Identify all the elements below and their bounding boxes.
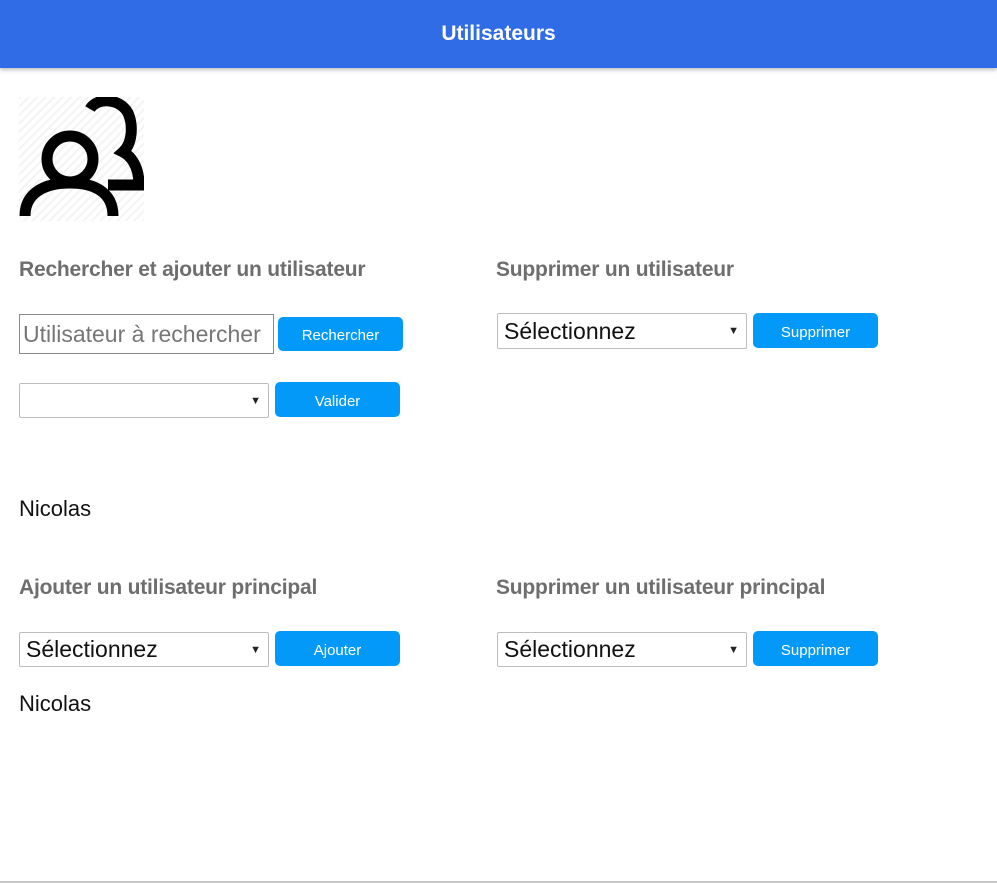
- principal-user-name: Nicolas: [19, 691, 92, 716]
- delete-user-button[interactable]: Supprimer: [753, 313, 878, 348]
- delete-user-select[interactable]: Sélectionnez ▼: [497, 313, 747, 349]
- chevron-down-icon: ▼: [728, 643, 739, 656]
- page-title: Utilisateurs: [441, 22, 556, 45]
- delete-principal-title: Supprimer un utilisateur principal: [496, 576, 826, 599]
- delete-principal-button[interactable]: Supprimer: [753, 631, 878, 666]
- search-button[interactable]: Rechercher: [278, 317, 403, 351]
- add-principal-select-value: Sélectionnez: [26, 636, 158, 662]
- users-group-icon: [19, 95, 145, 221]
- validate-button[interactable]: Valider: [275, 382, 400, 417]
- chevron-down-icon: ▼: [728, 325, 739, 337]
- chevron-down-icon: ▼: [250, 394, 261, 407]
- delete-user-select-value: Sélectionnez: [504, 317, 636, 344]
- add-principal-select[interactable]: Sélectionnez ▼: [19, 632, 269, 667]
- chevron-down-icon: ▼: [250, 643, 261, 656]
- search-add-title: Rechercher et ajouter un utilisateur: [19, 258, 366, 281]
- search-input[interactable]: [19, 314, 274, 354]
- delete-principal-select-value: Sélectionnez: [504, 636, 636, 662]
- add-principal-title: Ajouter un utilisateur principal: [19, 576, 318, 599]
- search-result-select[interactable]: ▼: [19, 383, 269, 418]
- add-principal-button[interactable]: Ajouter: [275, 631, 400, 666]
- delete-principal-select[interactable]: Sélectionnez ▼: [497, 632, 747, 667]
- user-list-item: Nicolas: [19, 496, 92, 521]
- top-app-bar: Utilisateurs: [0, 0, 997, 68]
- delete-user-title: Supprimer un utilisateur: [496, 258, 734, 281]
